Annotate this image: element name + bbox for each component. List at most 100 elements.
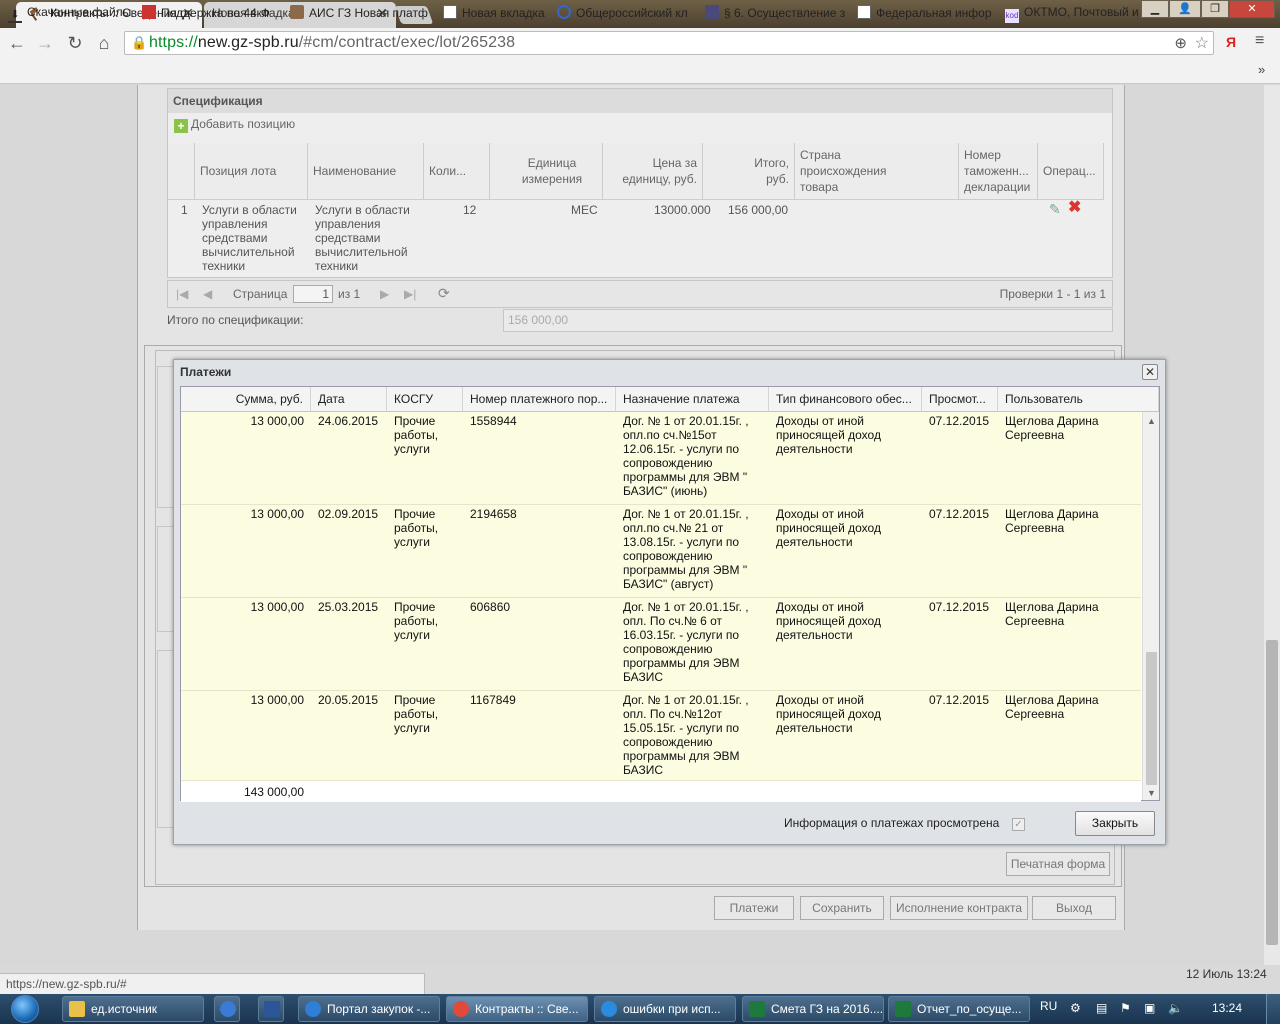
taskbar-item-folder[interactable]: ед.источник [62,996,204,1022]
spec-col-qty[interactable]: Коли... [424,143,490,200]
delete-icon[interactable]: ✖ [1063,200,1086,216]
forward-icon[interactable]: → [34,32,56,54]
table-row[interactable]: 13 000,00 24.06.2015 Прочие работы, услу… [181,412,1141,505]
cell-viewed: 07.12.2015 [929,600,990,614]
grid-scroll-thumb[interactable] [1146,652,1157,785]
col-number[interactable]: Номер платежного пор... [463,387,616,412]
spec-row-position: Услуги в области управления средствами в… [202,203,297,273]
bookmark-downloads[interactable]: ⬇ Скачанные файлы [8,5,136,23]
page-scroll-thumb[interactable] [1266,640,1278,945]
plus-icon: + [174,119,188,133]
clock[interactable]: 13:24 [1212,1001,1242,1015]
yandex-icon[interactable]: Я [1226,34,1236,50]
col-kosgu[interactable]: КОСГУ [387,387,463,412]
zoom-icon[interactable]: ⊕ [1174,34,1187,52]
add-position-button[interactable]: + Добавить позицию [174,117,295,133]
spec-col-unit[interactable]: Единица измерения [490,143,603,200]
chrome-icon [453,1001,469,1017]
specification-panel: Спецификация + Добавить позицию Позиция л… [167,88,1113,278]
scroll-down-icon[interactable]: ▼ [1147,788,1156,798]
bookmark-section6[interactable]: § 6. Осуществление з [705,5,845,20]
bookmark-support[interactable]: Поддержка по 44-Ф [142,5,282,20]
col-purpose[interactable]: Назначение платежа [616,387,769,412]
table-row[interactable]: 13 000,00 20.05.2015 Прочие работы, услу… [181,691,1141,781]
home-icon[interactable]: ⌂ [93,32,115,54]
bookmark-label: Федеральная инфор [876,6,992,20]
next-page-icon[interactable]: ▶ [380,287,389,301]
excel-icon [895,1001,911,1017]
maximize-button[interactable]: ❐ [1201,0,1229,18]
reload-icon[interactable]: ↻ [64,32,86,54]
page-input[interactable]: 1 [293,285,333,303]
flag-icon[interactable]: ⚑ [1120,1001,1131,1015]
tray-icon[interactable]: ⚙ [1070,1001,1081,1015]
col-date[interactable]: Дата [311,387,387,412]
more-bookmarks-icon[interactable]: » [1258,62,1265,77]
minimize-button[interactable]: ▁ [1141,0,1169,18]
table-row[interactable]: 13 000,00 02.09.2015 Прочие работы, услу… [181,505,1141,598]
col-viewed[interactable]: Просмот... [922,387,998,412]
exit-button[interactable]: Выход [1032,896,1116,920]
star-icon[interactable]: ☆ [1195,33,1209,53]
mail-icon [220,1001,236,1017]
bookmark-federal[interactable]: Федеральная инфор [857,5,993,20]
network-icon[interactable]: ▣ [1144,1001,1155,1015]
scroll-up-icon[interactable]: ▲ [1147,416,1156,426]
spec-col-ops[interactable]: Операц... [1038,143,1104,200]
col-label: Операц... [1043,164,1096,178]
taskbar-item-mail[interactable] [214,996,240,1022]
spec-col-country[interactable]: Страна происхождения товара [795,143,959,200]
spec-col-customs[interactable]: Номер таможенн... декларации [959,143,1038,200]
close-icon[interactable]: ✕ [1142,364,1158,380]
spec-row-total: 156 000,00 [728,203,789,217]
payments-viewed-label: Информация о платежах просмотрена [784,816,1000,830]
taskbar-item-excel1[interactable]: Смета ГЗ на 2016.... [742,996,884,1022]
contract-execution-button[interactable]: Исполнение контракта [890,896,1028,920]
payments-viewed-checkbox[interactable]: ✓ [1012,818,1025,831]
show-desktop-button[interactable] [1266,994,1280,1024]
last-page-icon[interactable]: ▶| [404,287,416,301]
prev-page-icon[interactable]: ◀ [203,287,212,301]
print-form-button[interactable]: Печатная форма [1006,852,1110,876]
taskbar-item-chrome[interactable]: Контракты :: Све... [446,996,588,1022]
table-row[interactable]: 13 000,00 25.03.2015 Прочие работы, услу… [181,598,1141,691]
cell-fin-type: Доходы от иной приносящей доход деятельн… [776,693,881,735]
address-bar[interactable]: 🔒 https://new.gz-spb.ru/#cm/contract/exe… [124,31,1214,55]
close-window-button[interactable]: ✕ [1229,0,1275,18]
bookmark-oktmo[interactable]: kod ОКТМО, Почтовый и [1005,5,1143,23]
back-icon[interactable]: ← [6,32,28,54]
bookmark-ais[interactable]: АИС ГЗ Новая платф [290,5,430,20]
cell-purpose: Дог. № 1 от 20.01.15г. , опл. По сч.№ 6 … [623,600,749,684]
col-user[interactable]: Пользователь [998,387,1159,412]
taskbar-item-excel2[interactable]: Отчет_по_осуще... [888,996,1030,1022]
menu-icon[interactable]: ≡ [1255,32,1264,50]
tray-icon[interactable]: ▤ [1096,1001,1107,1015]
language-indicator[interactable]: RU [1040,999,1057,1013]
refresh-icon[interactable]: ⟳ [438,285,450,302]
status-url: https://new.gz-spb.ru/# [0,973,425,995]
cell-date: 25.03.2015 [318,600,379,614]
cell-kosgu: Прочие работы, услуги [394,414,439,456]
grid-scrollbar[interactable]: ▲ ▼ [1142,412,1159,800]
first-page-icon[interactable]: |◀ [176,287,188,301]
save-button[interactable]: Сохранить [800,896,884,920]
close-button[interactable]: Закрыть [1075,811,1155,836]
spec-col-total[interactable]: Итого, руб. [703,143,795,200]
payments-button[interactable]: Платежи [714,896,794,920]
cell-fin-type: Доходы от иной приносящей доход деятельн… [776,600,881,642]
cell-sum: 13 000,00 [250,600,304,614]
bookmark-newtab[interactable]: Новая вкладка [443,5,549,20]
restore-button[interactable]: 👤 [1169,0,1201,18]
taskbar-item-help[interactable]: ошибки при исп... [594,996,736,1022]
col-fin-type[interactable]: Тип финансового обес... [769,387,922,412]
bookmark-classifier[interactable]: Общероссийский кл [557,5,699,20]
volume-icon[interactable]: 🔈 [1168,1001,1183,1015]
taskbar-item-ie[interactable]: Портал закупок -... [298,996,440,1022]
col-sum[interactable]: Сумма, руб. [181,387,311,412]
spec-col-name[interactable]: Наименование [308,143,424,200]
pager-summary: Проверки 1 - 1 из 1 [999,287,1106,301]
spec-col-price[interactable]: Цена за единицу, руб. [603,143,703,200]
taskbar-item-word[interactable] [258,996,284,1022]
spec-col-position[interactable]: Позиция лота [195,143,308,200]
start-button[interactable] [3,994,47,1024]
